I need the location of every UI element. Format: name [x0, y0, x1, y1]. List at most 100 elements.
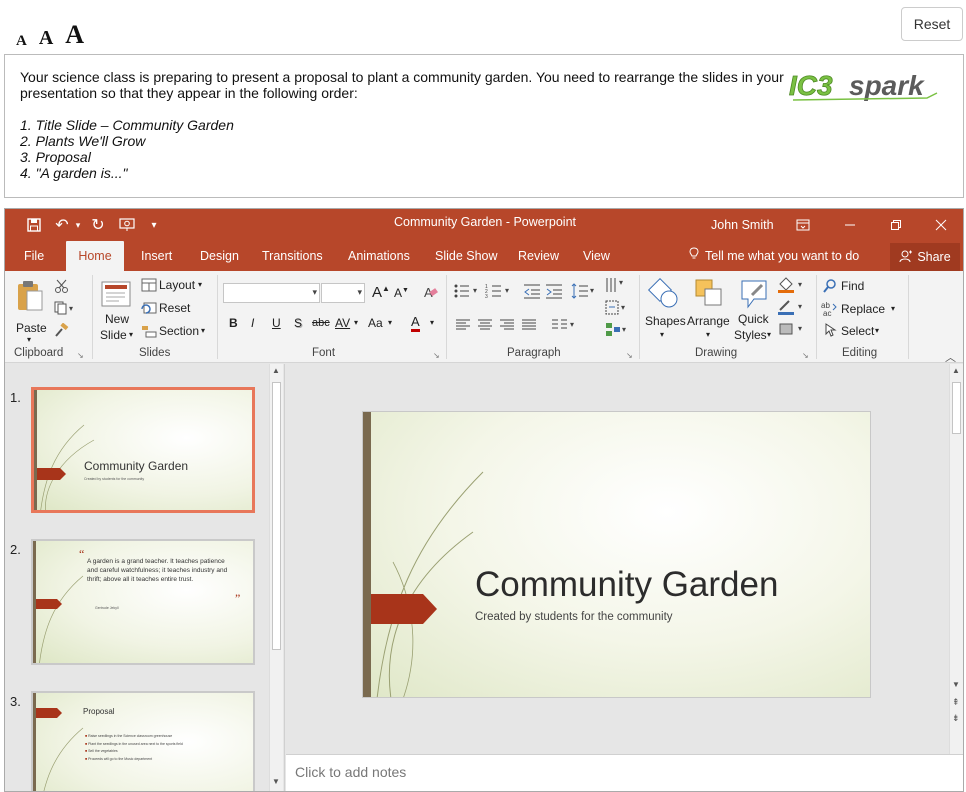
tab-review[interactable]: Review	[518, 241, 559, 271]
find-button[interactable]: Find	[841, 279, 864, 293]
clear-formatting-icon[interactable]: A	[423, 284, 439, 305]
font-size-large-button[interactable]: A	[65, 20, 84, 50]
font-name-combo[interactable]: ▾	[223, 283, 320, 303]
reset-button[interactable]: Reset	[901, 7, 963, 41]
layout-button[interactable]: Layout	[159, 278, 195, 292]
arrange-dropdown-icon[interactable]: ▾	[706, 330, 710, 339]
slide-thumbnail-3[interactable]: Proposal ■ Raise seedlings in the Scienc…	[31, 691, 255, 791]
collapse-ribbon-icon[interactable]: ︿	[945, 349, 956, 365]
user-name[interactable]: John Smith	[711, 218, 774, 232]
arrange-button[interactable]: Arrange	[687, 314, 730, 328]
reset-slide-icon[interactable]	[141, 301, 157, 320]
slide-subtitle[interactable]: Created by students for the community	[475, 611, 673, 623]
editor-scrollbar[interactable]: ▲ ▼ ⇞ ⇟	[949, 364, 963, 754]
arrange-icon[interactable]	[693, 277, 727, 316]
layout-dropdown-icon[interactable]: ▾	[198, 280, 202, 289]
font-color-button[interactable]: A	[411, 315, 420, 332]
clipboard-launcher-icon[interactable]: ↘	[77, 351, 84, 360]
quick-styles-icon[interactable]	[738, 277, 772, 316]
paste-button[interactable]: Paste	[16, 321, 47, 335]
new-slide-dropdown-icon[interactable]: ▾	[129, 330, 133, 339]
tab-home[interactable]: Home	[66, 241, 124, 271]
paste-icon[interactable]	[15, 279, 45, 318]
scroll-down-icon[interactable]: ▼	[272, 777, 280, 786]
tab-design[interactable]: Design	[200, 241, 239, 271]
section-button[interactable]: Section	[159, 324, 199, 338]
slide-thumbnail-2[interactable]: “ A garden is a grand teacher. It teache…	[31, 539, 255, 665]
shadow-button[interactable]: S	[294, 316, 302, 330]
shrink-font-button[interactable]: A▼	[394, 286, 409, 300]
layout-icon[interactable]	[141, 278, 157, 297]
tab-view[interactable]: View	[583, 241, 610, 271]
strikethrough-button[interactable]: abc	[312, 317, 330, 329]
select-dropdown-icon[interactable]: ▾	[875, 326, 879, 335]
scrollbar-thumb[interactable]	[952, 382, 961, 434]
character-spacing-button[interactable]: AV	[335, 316, 350, 330]
minimize-icon[interactable]	[835, 213, 865, 237]
quick-styles-label[interactable]: Quick	[738, 312, 769, 326]
previous-slide-icon[interactable]: ⇞	[952, 698, 960, 707]
tab-transitions[interactable]: Transitions	[262, 241, 323, 271]
ribbon-display-icon[interactable]	[788, 213, 818, 237]
notes-placeholder[interactable]: Click to add notes	[295, 764, 406, 780]
align-left-icon[interactable]	[455, 318, 471, 336]
scroll-up-icon[interactable]: ▲	[952, 366, 960, 375]
new-slide-label-2[interactable]: Slide	[100, 328, 127, 342]
select-icon[interactable]	[825, 323, 837, 342]
change-case-button[interactable]: Aa	[368, 316, 383, 330]
cut-icon[interactable]	[54, 279, 70, 298]
font-color-dropdown-icon[interactable]: ▾	[430, 318, 434, 327]
restore-icon[interactable]	[881, 213, 911, 237]
tab-animations[interactable]: Animations	[348, 241, 410, 271]
format-painter-icon[interactable]	[54, 322, 70, 342]
align-center-icon[interactable]	[477, 318, 493, 336]
quick-styles-label-2[interactable]: Styles	[734, 328, 767, 342]
tab-file[interactable]: File	[24, 241, 44, 271]
text-direction-icon[interactable]: ▾	[605, 275, 631, 300]
align-text-icon[interactable]: ▾	[605, 299, 631, 322]
numbering-icon[interactable]: 1 2 3 ▾	[485, 283, 513, 304]
tab-slide-show[interactable]: Slide Show	[435, 241, 498, 271]
shapes-icon[interactable]	[647, 277, 681, 316]
section-dropdown-icon[interactable]: ▾	[201, 326, 205, 335]
replace-dropdown-icon[interactable]: ▾	[891, 304, 895, 313]
select-button[interactable]: Select	[841, 324, 874, 338]
bold-button[interactable]: B	[229, 316, 238, 330]
scrollbar-thumb[interactable]	[272, 382, 281, 650]
increase-indent-icon[interactable]	[545, 283, 563, 304]
tell-me-box[interactable]: Tell me what you want to do	[689, 241, 859, 271]
shapes-dropdown-icon[interactable]: ▾	[660, 330, 664, 339]
grow-font-button[interactable]: A▲	[372, 284, 390, 301]
find-icon[interactable]	[823, 279, 837, 298]
tab-insert[interactable]: Insert	[141, 241, 172, 271]
slide-title[interactable]: Community Garden	[475, 565, 778, 605]
drawing-launcher-icon[interactable]: ↘	[802, 351, 809, 360]
columns-icon[interactable]: ▾	[551, 318, 577, 336]
new-slide-icon[interactable]	[101, 281, 131, 314]
notes-pane[interactable]: Click to add notes	[286, 754, 963, 791]
font-size-small-button[interactable]: A	[16, 33, 27, 50]
justify-icon[interactable]	[521, 318, 537, 336]
shape-effects-icon[interactable]: ▾	[777, 320, 807, 343]
copy-icon[interactable]: ▾	[54, 301, 76, 320]
main-slide-canvas[interactable]: Community Garden Created by students for…	[362, 411, 871, 698]
font-size-combo[interactable]: ▾	[321, 283, 365, 303]
shape-fill-icon[interactable]: ▾	[777, 276, 807, 299]
scroll-down-icon[interactable]: ▼	[952, 680, 960, 689]
paste-dropdown-icon[interactable]: ▾	[27, 335, 31, 344]
close-icon[interactable]	[926, 213, 956, 237]
new-slide-label[interactable]: New	[105, 312, 129, 326]
scroll-up-icon[interactable]: ▲	[272, 366, 280, 375]
font-launcher-icon[interactable]: ↘	[433, 351, 440, 360]
align-right-icon[interactable]	[499, 318, 515, 336]
shapes-button[interactable]: Shapes	[645, 314, 686, 328]
decrease-indent-icon[interactable]	[523, 283, 541, 304]
change-case-dropdown-icon[interactable]: ▾	[388, 318, 392, 327]
line-spacing-icon[interactable]: ▾	[571, 283, 597, 304]
slide-thumbnail-1[interactable]: Community Garden Created by students for…	[31, 387, 255, 513]
replace-button[interactable]: Replace	[841, 302, 885, 316]
replace-icon[interactable]: ab ac	[821, 301, 839, 322]
font-size-medium-button[interactable]: A	[39, 27, 53, 50]
next-slide-icon[interactable]: ⇟	[952, 714, 960, 723]
character-spacing-dropdown-icon[interactable]: ▾	[354, 318, 358, 327]
